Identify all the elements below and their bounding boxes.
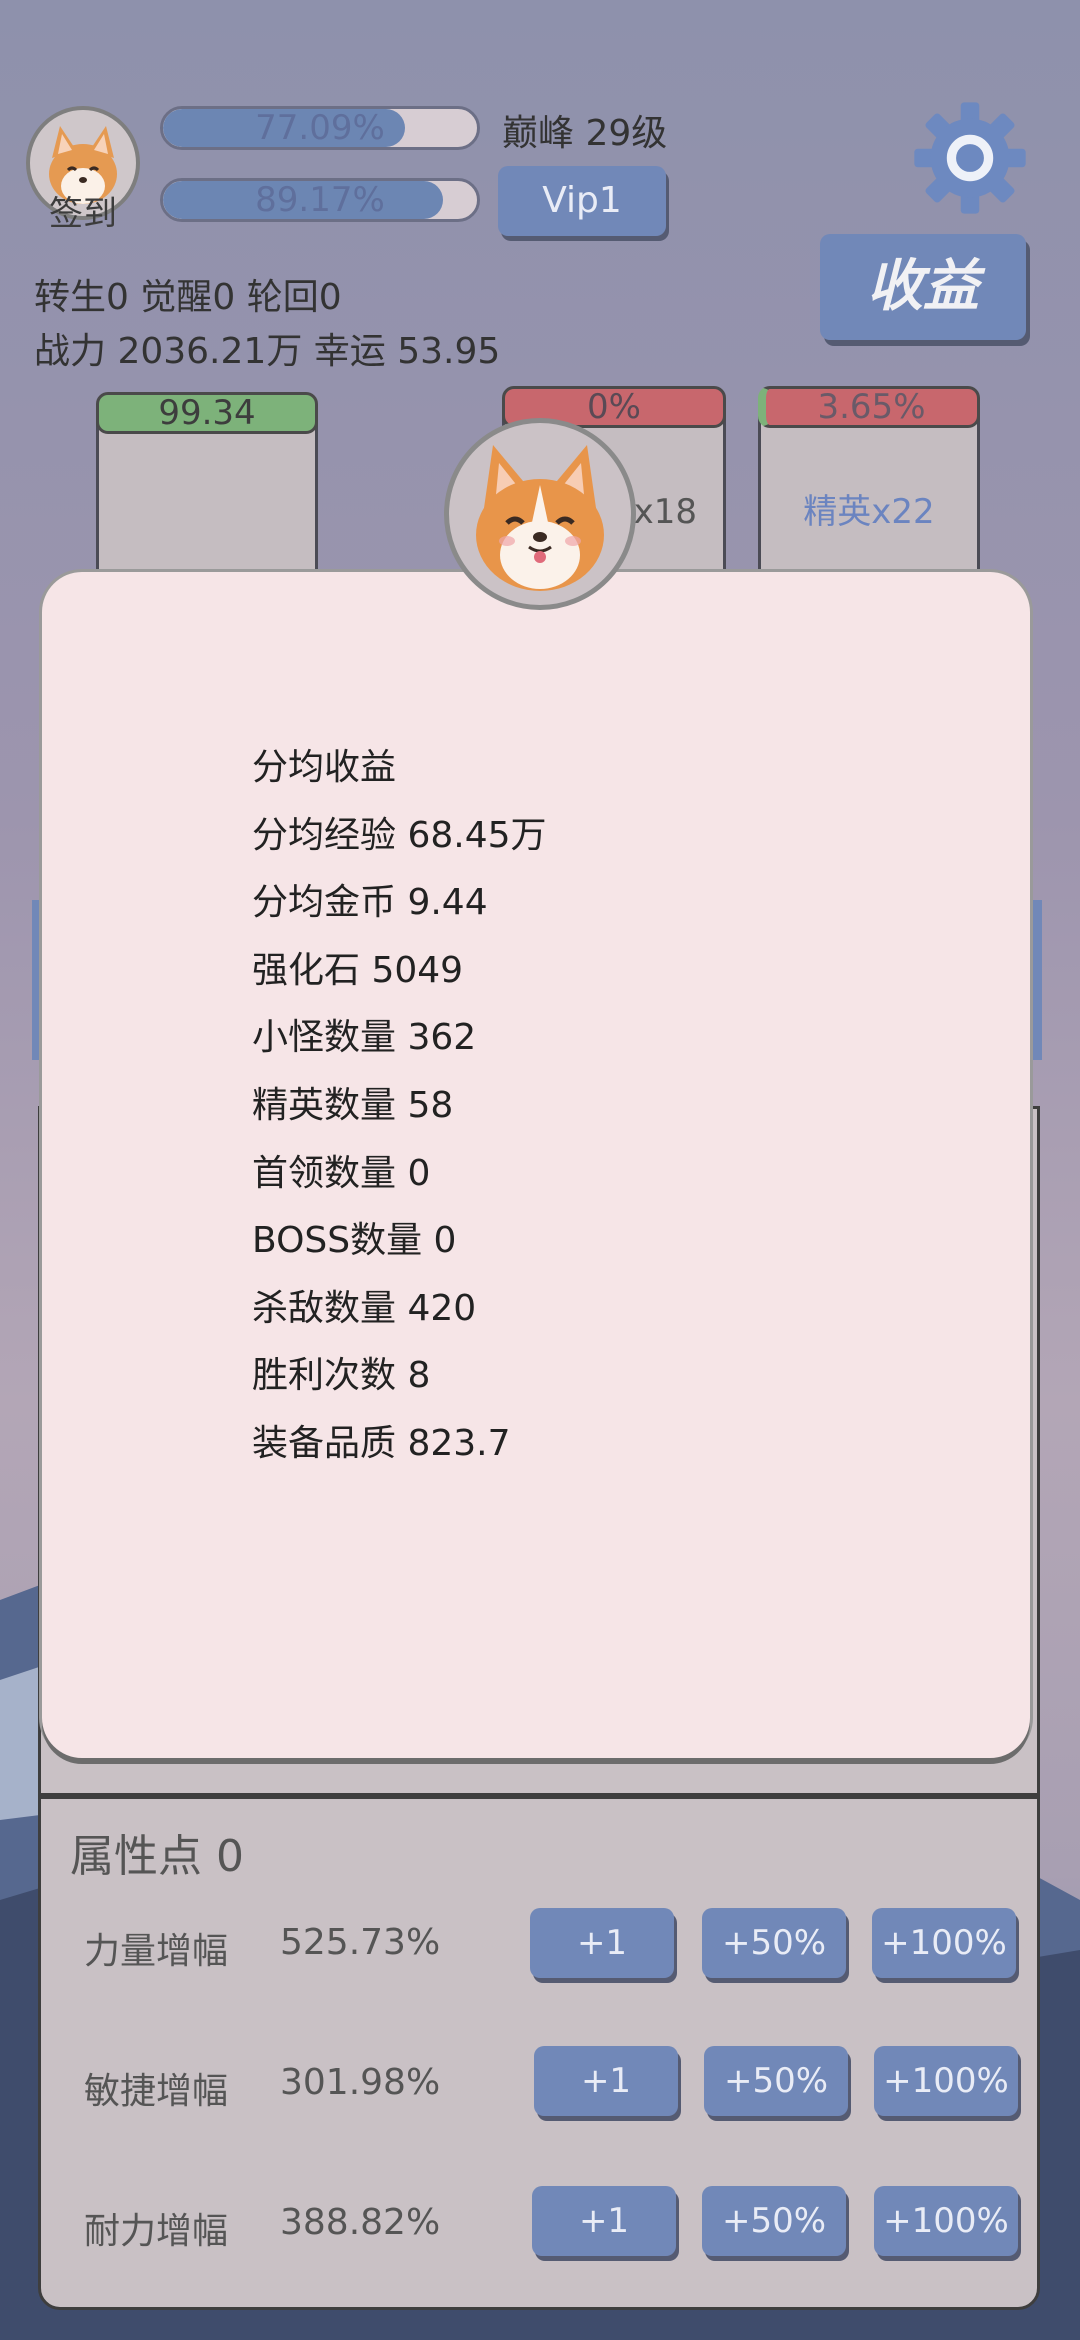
add-50-percent-button[interactable]: +50%	[702, 1908, 846, 1978]
dialog-line-4: 强化石 5049	[252, 950, 464, 991]
rebirth-status: 转生0 觉醒0 轮回0	[34, 277, 342, 318]
add-100-percent-button[interactable]: +100%	[874, 2046, 1018, 2116]
add-50-percent-button[interactable]: +50%	[704, 2046, 848, 2116]
stage-card-3-label: 精英x22	[803, 492, 935, 532]
dialog-line-5: 小怪数量 362	[252, 1017, 477, 1058]
peak-level: 巅峰 29级	[502, 113, 668, 154]
add-1-button[interactable]: +1	[530, 1908, 674, 1978]
dialog-line-3: 分均金币 9.44	[252, 882, 488, 923]
attribute-name: 耐力增幅	[84, 2211, 229, 2252]
dialog-line-7: 首领数量 0	[252, 1153, 431, 1194]
attribute-points: 属性点 0	[70, 1831, 244, 1882]
stage-card-1-bar: 99.34	[96, 392, 318, 434]
hidden-panel-right-edge	[1030, 900, 1042, 1060]
add-1-button[interactable]: +1	[532, 2186, 676, 2256]
power-luck-status: 战力 2036.21万 幸运 53.95	[34, 331, 501, 372]
settings-gear-icon[interactable]	[912, 100, 1028, 216]
attribute-name: 力量增幅	[84, 1931, 229, 1972]
experience-bar: 77.09%	[160, 106, 480, 150]
vip-button[interactable]: Vip1	[498, 166, 666, 236]
attribute-name: 敏捷增幅	[84, 2071, 229, 2112]
dialog-line-8: BOSS数量 0	[252, 1220, 457, 1261]
income-button[interactable]: 收益	[820, 234, 1026, 340]
attribute-value: 388.82%	[280, 2202, 441, 2243]
add-100-percent-button[interactable]: +100%	[872, 1908, 1016, 1978]
dialog-line-10: 胜利次数 8	[252, 1355, 431, 1396]
income-dialog[interactable]: 分均收益 分均经验 68.45万 分均金币 9.44 强化石 5049 小怪数量…	[42, 572, 1030, 1758]
dialog-line-9: 杀敌数量 420	[252, 1288, 477, 1329]
secondary-progress-bar: 89.17%	[160, 178, 480, 222]
stage-card-3-bar: 3.65%	[758, 386, 980, 428]
stage-card-3[interactable]: 精英x22	[758, 410, 980, 572]
experience-bar-text: 77.09%	[255, 108, 385, 148]
add-50-percent-button[interactable]: +50%	[702, 2186, 846, 2256]
secondary-progress-bar-text: 89.17%	[255, 180, 385, 220]
checkin-label[interactable]: 签到	[26, 186, 140, 235]
dialog-line-11: 装备品质 823.7	[252, 1423, 511, 1464]
corgi-portrait	[444, 418, 636, 610]
dialog-line-1: 分均收益	[252, 747, 397, 788]
dialog-line-2: 分均经验 68.45万	[252, 815, 547, 856]
attribute-value: 301.98%	[280, 2062, 441, 2103]
add-100-percent-button[interactable]: +100%	[874, 2186, 1018, 2256]
corgi-face-icon	[476, 445, 604, 591]
stage-card-1[interactable]	[96, 412, 318, 572]
attribute-value: 525.73%	[280, 1922, 441, 1963]
add-1-button[interactable]: +1	[534, 2046, 678, 2116]
dialog-line-6: 精英数量 58	[252, 1085, 454, 1126]
